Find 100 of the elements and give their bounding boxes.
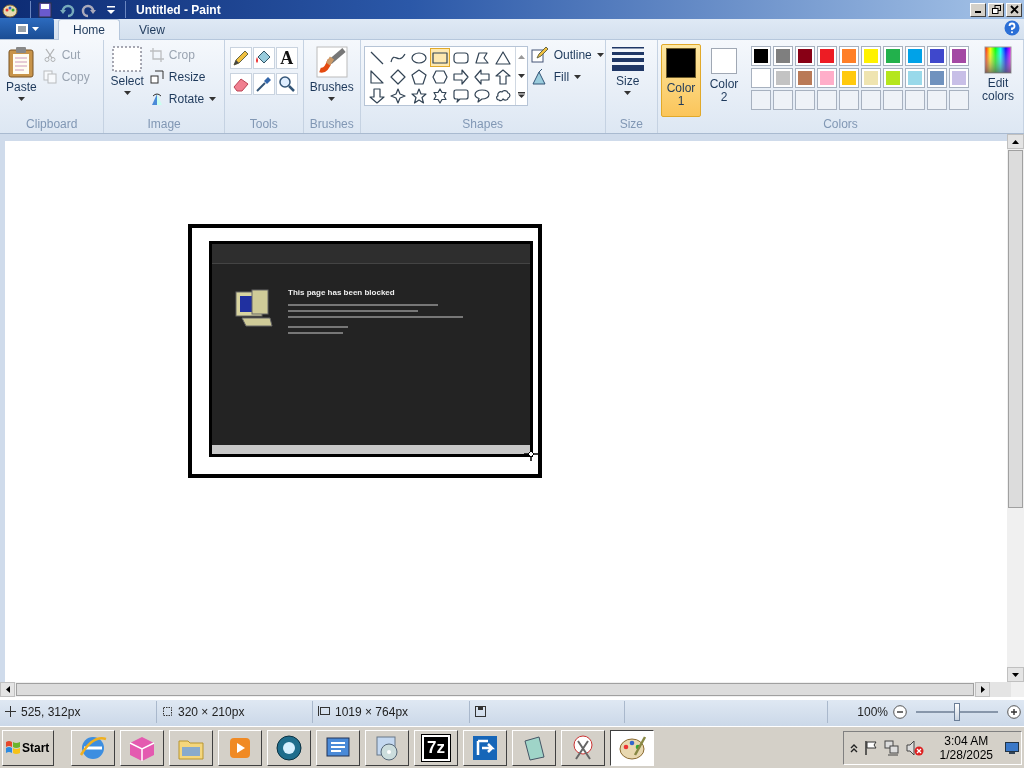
palette-swatch[interactable]: [949, 68, 969, 88]
polygon-icon: [473, 49, 490, 66]
minus-icon: [893, 704, 907, 719]
group-label: Size: [618, 117, 645, 133]
canvas-size-icon: [318, 706, 330, 717]
paste-button[interactable]: Paste: [3, 44, 40, 117]
horizontal-scrollbar[interactable]: [0, 682, 1024, 697]
scroll-down-button[interactable]: [1007, 667, 1024, 682]
palette-swatch[interactable]: [839, 46, 859, 66]
show-desktop-button[interactable]: [1005, 741, 1019, 754]
scroll-up-button[interactable]: [1007, 134, 1024, 149]
scroll-thumb[interactable]: [1008, 150, 1023, 508]
palette-swatch[interactable]: [773, 68, 793, 88]
application-menu-button[interactable]: [0, 18, 54, 39]
palette-swatch[interactable]: [905, 46, 925, 66]
oval-icon: [410, 49, 427, 66]
tool-button[interactable]: [252, 73, 275, 95]
caret-icon: [17, 97, 25, 101]
palette-swatch[interactable]: [905, 68, 925, 88]
restore-icon: [991, 5, 1001, 14]
palette-swatch[interactable]: [817, 68, 837, 88]
scroll-thumb[interactable]: [16, 683, 974, 696]
scroll-left-button[interactable]: [0, 682, 15, 697]
tool-button[interactable]: [275, 73, 298, 95]
caret-icon: [624, 91, 632, 95]
slider-thumb[interactable]: [954, 702, 960, 721]
vertical-scrollbar[interactable]: [1007, 134, 1024, 682]
monitor-icon: [1005, 741, 1019, 754]
computer-icon: [232, 288, 274, 328]
ribbon-tab[interactable]: View: [124, 19, 180, 39]
resize-button[interactable]: Resize: [149, 68, 217, 86]
four-point-star-icon: [389, 87, 406, 104]
shape-button[interactable]: [471, 86, 492, 105]
palette-swatch[interactable]: [927, 68, 947, 88]
selection-icon: [162, 706, 173, 717]
eyedropper-icon: [254, 75, 273, 93]
caret-icon: [517, 74, 525, 78]
taskbar-button[interactable]: 7z: [414, 729, 458, 766]
brushes-button[interactable]: Brushes: [306, 44, 357, 117]
speaker-muted-icon: [905, 739, 924, 756]
text-tool-button[interactable]: A: [275, 47, 298, 69]
taskbar-button[interactable]: [610, 729, 654, 766]
palette-swatch[interactable]: [751, 46, 771, 66]
fill-button[interactable]: Fill: [530, 68, 604, 86]
start-button[interactable]: Start: [2, 729, 54, 766]
rounded-rectangle-icon: [452, 49, 469, 66]
outline-button[interactable]: Outline: [530, 46, 604, 64]
tool-button[interactable]: [229, 47, 252, 69]
network-button[interactable]: [883, 739, 900, 756]
tool-button[interactable]: [252, 47, 275, 69]
edit-colors-button[interactable]: Edit colors: [976, 44, 1020, 117]
palette-swatch[interactable]: [883, 68, 903, 88]
zoom-in-button[interactable]: [1007, 704, 1021, 719]
size-button[interactable]: Size: [608, 44, 647, 117]
document-icon: [15, 22, 29, 35]
palette-swatch[interactable]: [751, 68, 771, 88]
shape-button[interactable]: [450, 86, 471, 105]
caret-icon: [1012, 672, 1019, 677]
palette-swatch[interactable]: [795, 68, 815, 88]
group-label: Colors: [822, 117, 859, 133]
palette-swatch[interactable]: [927, 46, 947, 66]
plus-icon: [1007, 704, 1021, 719]
volume-button[interactable]: [905, 739, 924, 756]
magnifier-icon: [277, 75, 296, 93]
close-button[interactable]: [1006, 2, 1022, 17]
window-title: Untitled - Paint: [136, 2, 221, 17]
palette-swatch[interactable]: [795, 46, 815, 66]
palette-swatch[interactable]: [817, 46, 837, 66]
zoom-out-button[interactable]: [893, 704, 907, 719]
caret-icon: [123, 91, 131, 95]
palette-swatch[interactable]: [861, 46, 881, 66]
ribbon-tab[interactable]: Home: [58, 19, 120, 40]
scroll-right-button[interactable]: [975, 682, 990, 697]
shape-button[interactable]: [450, 67, 471, 86]
restore-button[interactable]: [988, 2, 1004, 17]
show-hidden-icons-button[interactable]: [849, 742, 858, 753]
rotate-button[interactable]: Rotate: [149, 90, 217, 108]
clipboard-icon: [7, 46, 36, 78]
minimize-button[interactable]: [970, 2, 986, 17]
drawing-canvas[interactable]: This page has been blocked: [5, 141, 1007, 682]
shape-button[interactable]: [408, 67, 429, 86]
group-label: Shapes: [461, 117, 505, 133]
caret-icon: [5, 686, 10, 693]
cloud-callout-icon: [494, 87, 511, 104]
color-selector-button[interactable]: Color 2: [704, 44, 744, 117]
palette-swatch[interactable]: [883, 46, 903, 66]
caret-icon: [1012, 139, 1019, 144]
tool-button[interactable]: [229, 73, 252, 95]
down-arrow-icon: [368, 87, 385, 104]
clock[interactable]: 3:04 AM 1/28/2025: [939, 733, 993, 762]
color-selector-button[interactable]: Color 1: [661, 44, 701, 117]
palette-swatch[interactable]: [949, 46, 969, 66]
palette-swatch[interactable]: [839, 68, 859, 88]
help-button[interactable]: [1004, 20, 1020, 36]
select-button[interactable]: Select: [107, 44, 147, 117]
palette-swatch[interactable]: [773, 46, 793, 66]
caret-icon: [32, 26, 39, 31]
palette-swatch[interactable]: [861, 68, 881, 88]
save-button[interactable]: [37, 1, 53, 18]
action-center-button[interactable]: [863, 739, 878, 756]
